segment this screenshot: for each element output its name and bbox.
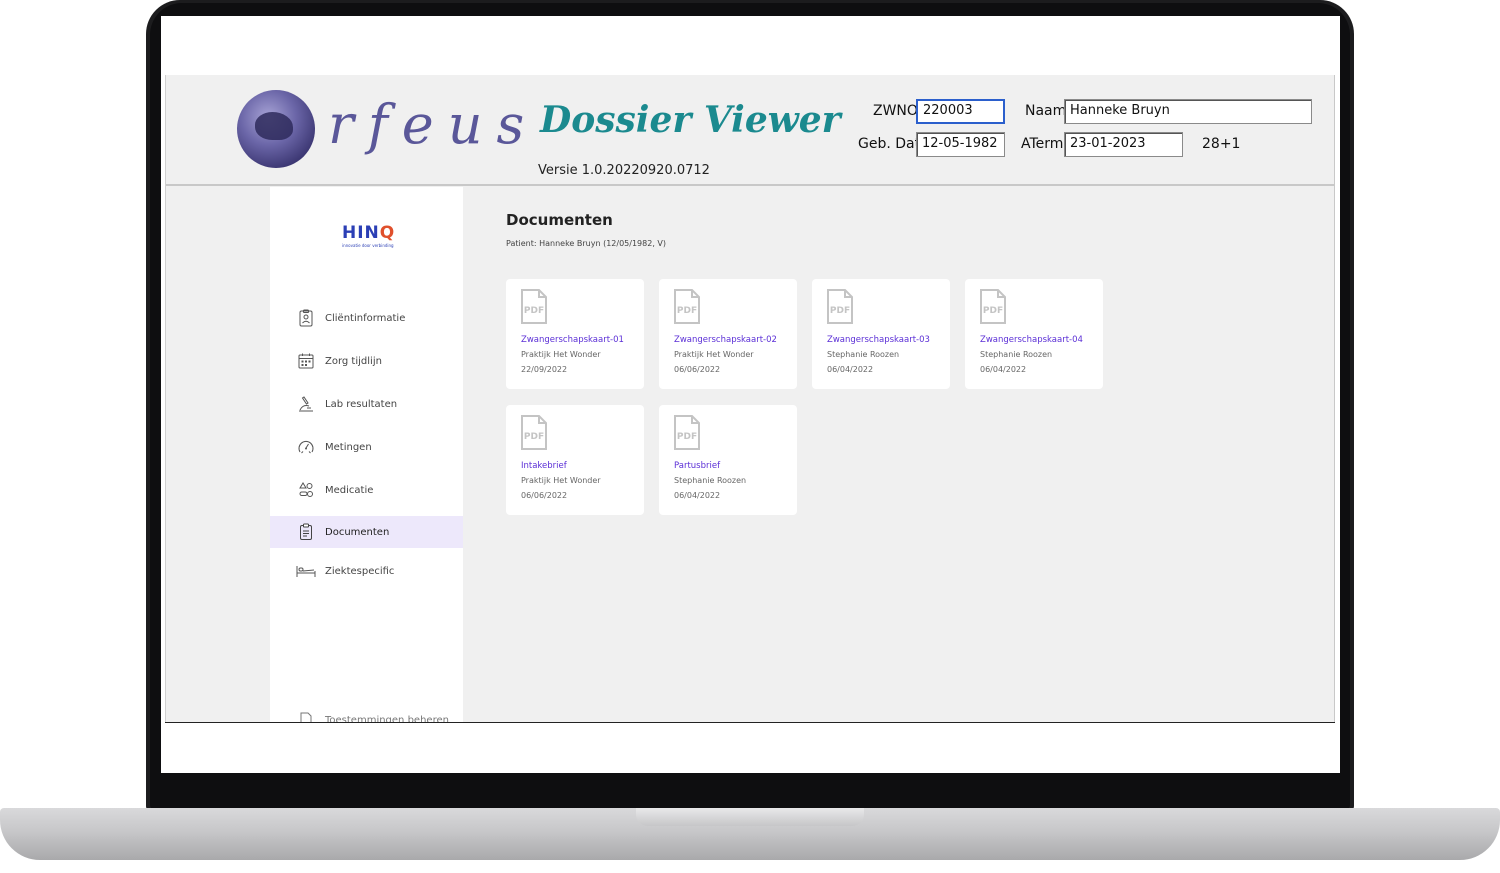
document-card[interactable]: PDF Zwangerschapskaart-02 Praktijk Het Won… [659,279,797,389]
sidebar-item-medicatie[interactable]: Medicatie [270,474,463,506]
page-title: Documenten [506,211,613,229]
pdf-label: PDF [524,432,544,442]
orfeus-logo-text: rfeus [328,93,539,156]
document-date: 06/04/2022 [674,491,721,500]
hinq-logo-q: Q [379,223,396,243]
sidebar-item-label: Lab resultaten [325,398,398,410]
sidebar: HINQ innovatie door verbinding Cliëntinf… [270,187,463,723]
pdf-file-icon: PDF [521,289,547,324]
document-author: Praktijk Het Wonder [521,476,601,485]
gauge-icon [298,440,314,454]
naam-label: Naam [1025,103,1067,119]
sidebar-item-label: Medicatie [325,484,374,496]
pdf-file-icon: PDF [674,415,700,450]
document-author: Stephanie Roozen [827,350,900,359]
pdf-label: PDF [677,306,697,316]
app-title: Dossier Viewer [540,99,841,141]
app-window: rfeus Dossier Viewer Versie 1.0.20220920… [165,75,1335,723]
sidebar-item-label: Ziektespecific [325,565,395,577]
pdf-label: PDF [983,306,1003,316]
sidebar-item-zorg-tijdlijn[interactable]: Zorg tijdlijn [270,345,463,377]
document-card[interactable]: PDF Partusbrief Stephanie Roozen 06/04/2022 [659,405,797,515]
pdf-label: PDF [677,432,697,442]
document-author: Stephanie Roozen [980,350,1053,359]
sidebar-item-metingen[interactable]: Metingen [270,431,463,463]
screen-divider [165,722,1335,723]
pdf-file-icon: PDF [827,289,853,324]
calendar-icon [298,353,314,369]
sidebar-item-clientinformatie[interactable]: Cliëntinformatie [270,302,463,334]
pdf-label: PDF [830,306,850,316]
app-header: rfeus Dossier Viewer Versie 1.0.20220920… [166,75,1334,186]
pdf-file-icon: PDF [674,289,700,324]
document-date: 06/06/2022 [674,365,721,374]
document-card[interactable]: PDF Intakebrief Praktijk Het Wonder 06/06/2… [506,405,644,515]
document-author: Stephanie Roozen [674,476,747,485]
document-card[interactable]: PDF Zwangerschapskaart-04 Stephanie Roozen… [965,279,1103,389]
pdf-file-icon: PDF [980,289,1006,324]
sidebar-item-label: Metingen [325,441,372,453]
pdf-file-icon: PDF [521,415,547,450]
sidebar-item-label: Documenten [325,526,390,538]
document-card[interactable]: PDF Zwangerschapskaart-01 Praktijk Het Won… [506,279,644,389]
patient-info: Patient: Hanneke Bruyn (12/05/1982, V) [506,239,666,248]
pills-icon [299,482,313,497]
document-author: Praktijk Het Wonder [674,350,754,359]
clipboard-person-icon [299,309,313,327]
sidebar-item-label: Zorg tijdlijn [325,355,382,367]
hinq-logo: HINQ [342,223,395,243]
document-date: 06/06/2022 [521,491,568,500]
hinq-tagline: innovatie door verbinding [342,243,394,248]
document-title[interactable]: Zwangerschapskaart-01 [521,335,624,345]
document-title[interactable]: Intakebrief [521,461,567,471]
sidebar-item-ziektespecific[interactable]: Ziektespecific [270,555,463,587]
document-title[interactable]: Partusbrief [674,461,720,471]
document-card[interactable]: PDF Zwangerschapskaart-03 Stephanie Roozen… [812,279,950,389]
sidebar-item-toestemmingen[interactable]: Toestemmingen beheren [270,707,463,723]
microscope-icon [299,396,313,412]
aterm-field[interactable]: 23-01-2023 [1064,132,1183,157]
term-weeks-label: 28+1 [1202,136,1241,152]
clipboard-icon [300,523,312,540]
aterm-label: ATerm [1021,136,1064,152]
sidebar-item-lab-resultaten[interactable]: Lab resultaten [270,388,463,420]
document-date: 06/04/2022 [827,365,874,374]
sidebar-item-documenten[interactable]: Documenten [270,516,463,548]
laptop-screen: rfeus Dossier Viewer Versie 1.0.20220920… [161,16,1340,773]
hinq-logo-text: HIN [342,223,380,243]
gebdat-label: Geb. Dat [858,136,921,152]
laptop-notch [636,808,864,826]
sidebar-item-label: Cliëntinformatie [325,312,406,324]
document-date: 06/04/2022 [980,365,1027,374]
zwno-label: ZWNO [873,103,918,119]
gebdat-field[interactable]: 12-05-1982 [916,132,1005,157]
pdf-label: PDF [524,306,544,316]
naam-field[interactable]: Hanneke Bruyn [1064,99,1312,124]
document-title[interactable]: Zwangerschapskaart-02 [674,335,777,345]
document-author: Praktijk Het Wonder [521,350,601,359]
document-date: 22/09/2022 [521,365,568,374]
zwno-field[interactable]: 220003 [916,99,1005,124]
document-title[interactable]: Zwangerschapskaart-03 [827,335,930,345]
orfeus-logo-icon [237,90,315,168]
version-label: Versie 1.0.20220920.0712 [538,163,710,178]
document-title[interactable]: Zwangerschapskaart-04 [980,335,1083,345]
bed-icon [296,566,316,577]
